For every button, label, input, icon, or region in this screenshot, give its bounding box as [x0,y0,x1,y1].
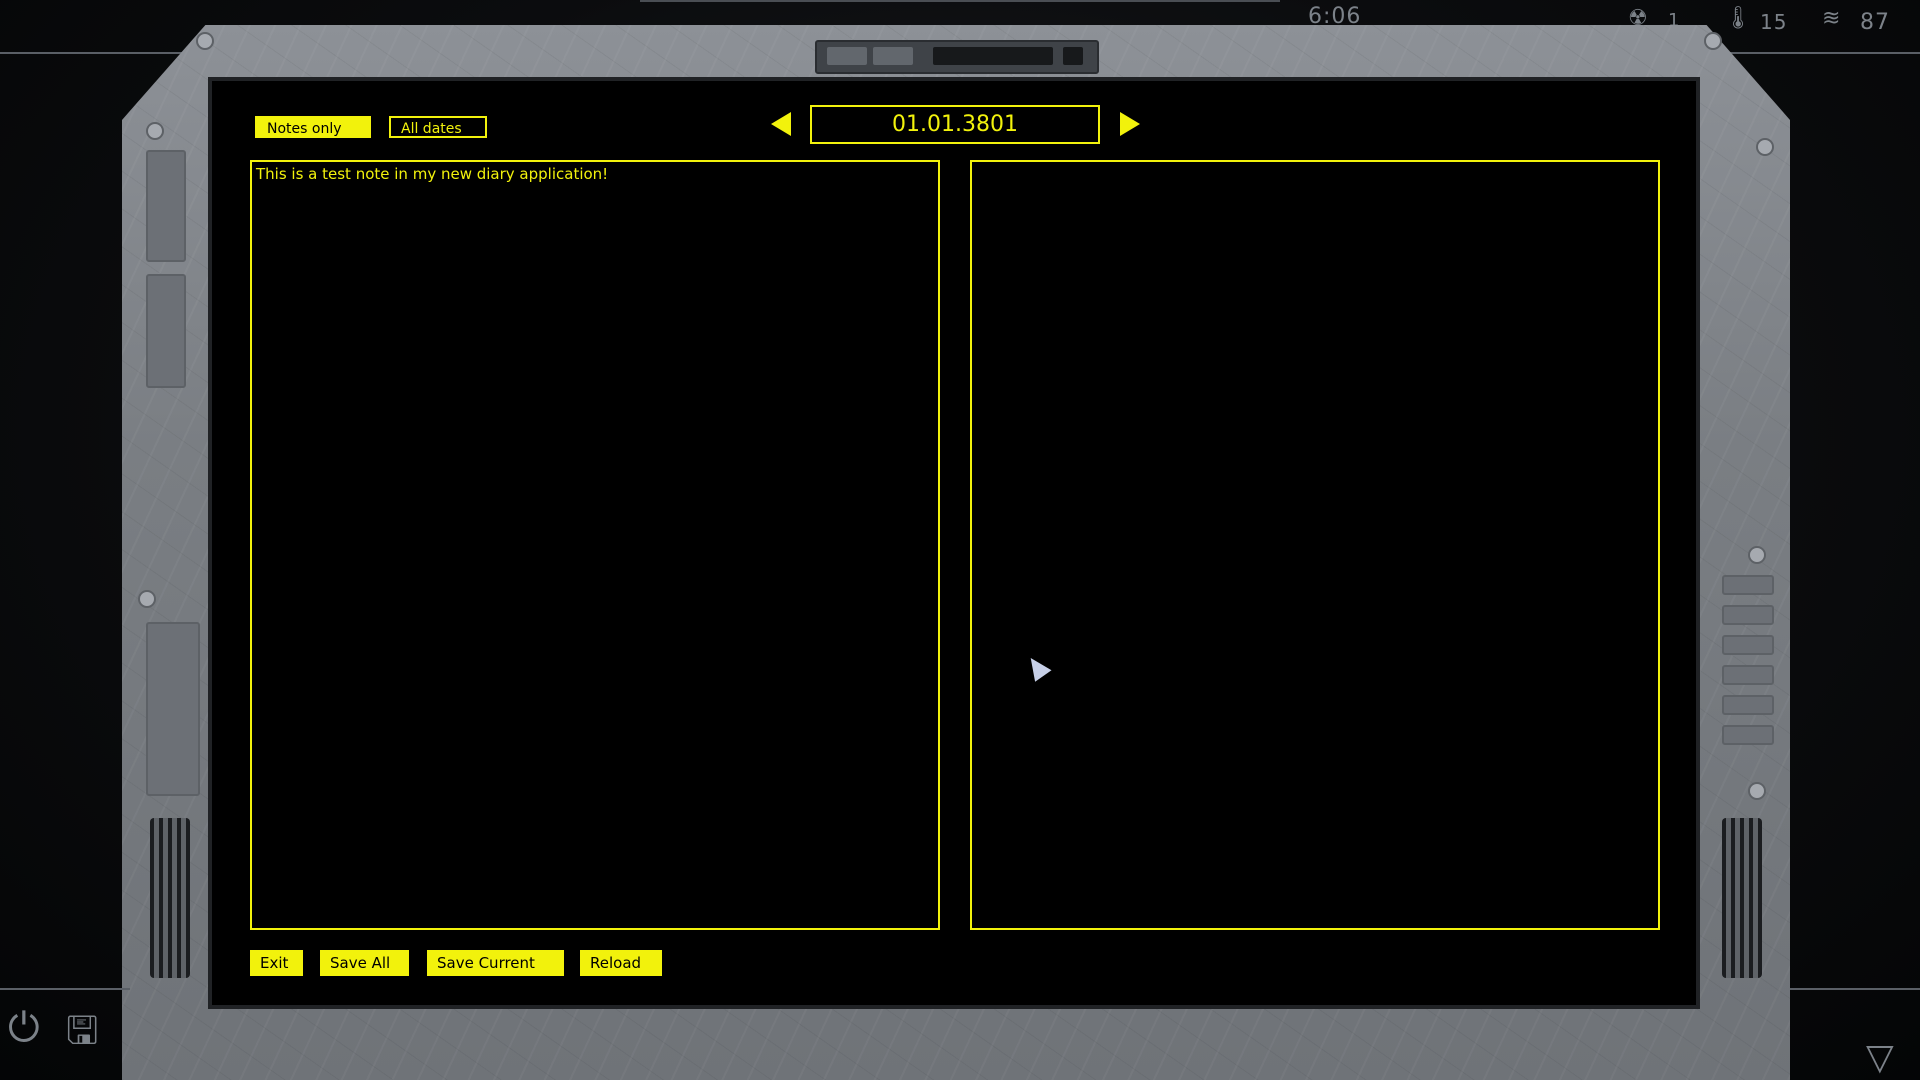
slot-segment [1063,47,1083,65]
hud-line-right [1710,52,1920,54]
frame-vent-left [150,818,190,978]
frame-vent-right [1722,818,1762,978]
frame-slat [1722,695,1774,715]
frame-screw [1756,138,1774,156]
next-date-arrow-icon[interactable] [1120,112,1140,136]
exit-button[interactable]: Exit [250,950,303,976]
frame-slat [1722,605,1774,625]
frame-slat [1722,665,1774,685]
save-current-button[interactable]: Save Current [427,950,564,976]
hud-temperature-value: 15 [1760,10,1788,34]
hud-line-top [640,0,1280,2]
frame-screw [196,32,214,50]
slot-segment [933,47,1053,65]
power-icon[interactable]: ⏻ [8,1005,40,1051]
wind-icon: ≋ [1822,6,1841,31]
hud-line-left [0,52,200,54]
hud-stat3-value: 87 [1860,10,1890,35]
save-all-button[interactable]: Save All [320,950,409,976]
hud-line-bottom-right [1790,988,1920,990]
slot-segment [827,47,867,65]
frame-panel [146,150,186,262]
preview-panel[interactable] [970,160,1660,930]
note-editor-panel[interactable]: This is a test note in my new diary appl… [250,160,940,930]
all-dates-toggle[interactable]: All dates [389,116,487,138]
frame-slat [1722,635,1774,655]
hud-line-bottom-left [0,988,130,990]
save-icon[interactable]: 🖫 [66,1002,98,1067]
reload-button[interactable]: Reload [580,950,662,976]
frame-top-slot [815,40,1099,74]
note-text[interactable]: This is a test note in my new diary appl… [256,165,608,183]
thermometer-icon: 🌡 [1724,6,1752,31]
current-date-display: 01.01.3801 [810,105,1100,144]
frame-screw [1704,32,1722,50]
notes-only-toggle[interactable]: Notes only [255,116,371,138]
frame-screw [1748,782,1766,800]
frame-screw [1748,546,1766,564]
frame-slat [1722,575,1774,595]
frame-panel [146,622,200,796]
chevron-down-icon[interactable]: ▽ [1866,1040,1894,1076]
frame-slat [1722,725,1774,745]
frame-screw [138,590,156,608]
slot-segment [873,47,913,65]
frame-screw [146,122,164,140]
frame-panel [146,274,186,388]
previous-date-arrow-icon[interactable] [771,112,791,136]
